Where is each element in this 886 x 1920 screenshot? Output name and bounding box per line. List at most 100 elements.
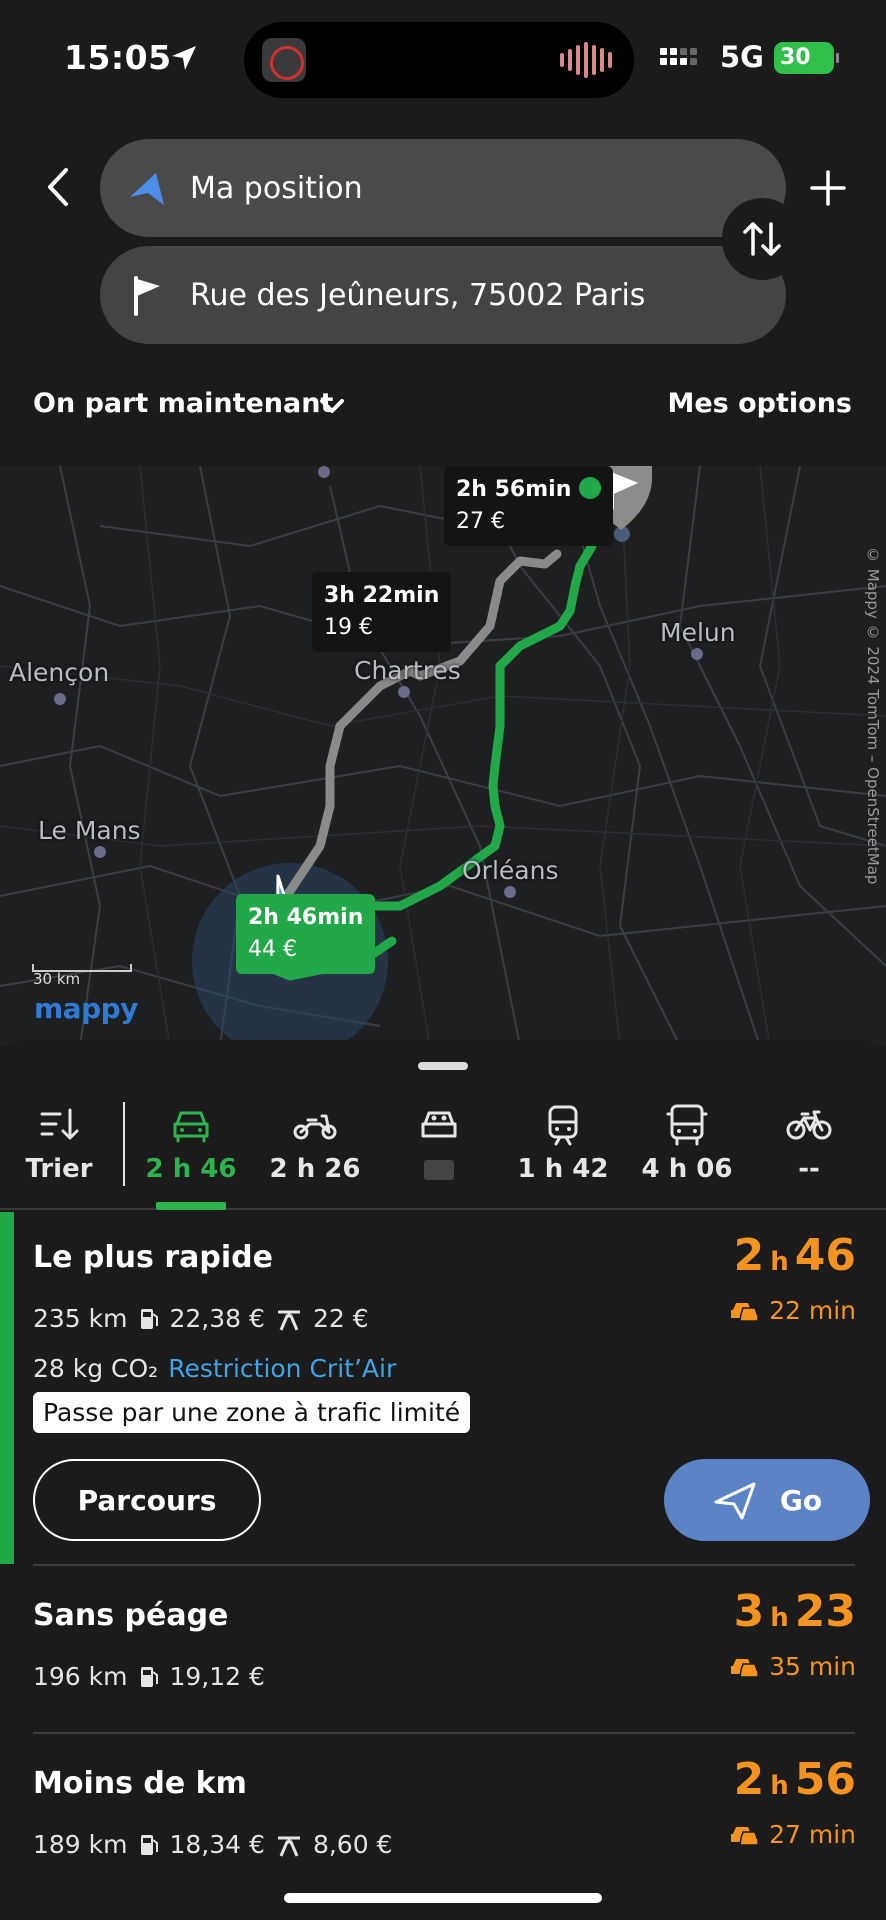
route-distance: 235 km	[33, 1304, 128, 1333]
origin-text: Ma position	[190, 170, 363, 206]
bubble-price: 19 €	[324, 615, 373, 640]
route-details: 196 km 19,12 €	[33, 1662, 265, 1691]
map-city-label: Melun	[660, 618, 736, 647]
map-city-label: Chartres	[354, 656, 461, 685]
map-scale-label: 30 km	[33, 970, 81, 988]
route-card-least-km[interactable]: Moins de km 2 h 56 27 min 189 km 18,34 € 8…	[0, 1734, 886, 1900]
back-button[interactable]	[38, 162, 78, 212]
selected-indicator	[0, 1212, 14, 1564]
map-roads	[0, 466, 886, 1046]
route-bubble-fastest[interactable]: 2h 46min 44 €	[236, 894, 376, 974]
bubble-time: 3h 22min	[324, 583, 440, 608]
fuel-icon	[140, 1666, 158, 1687]
tab-train-duration: 1 h 42	[517, 1154, 609, 1184]
bus-icon	[666, 1104, 708, 1146]
status-bar: 15:05 5G 30	[0, 0, 886, 120]
loading-placeholder	[424, 1160, 454, 1180]
options-button[interactable]: Mes options	[667, 388, 852, 419]
restricted-zone-tag: Passe par une zone à trafic limité	[33, 1392, 471, 1433]
traffic-delay: 27 min	[729, 1820, 856, 1849]
tab-train[interactable]: 1 h 42	[508, 1100, 618, 1210]
tab-bus-duration: 4 h 06	[641, 1154, 733, 1184]
map-city-label: Orléans	[462, 856, 559, 885]
map-copyright: © Mappy © 2024 TomTom – OpenStreetMap	[864, 546, 882, 885]
sort-label: Trier	[25, 1154, 93, 1184]
route-card-no-toll[interactable]: Sans péage 3 h 23 35 min 196 km 19,12 €	[0, 1566, 886, 1732]
tab-bike[interactable]: --	[754, 1100, 864, 1210]
sheet-handle[interactable]	[418, 1062, 468, 1070]
route-minutes: 56	[794, 1754, 856, 1805]
bubble-time: 2h 46min	[248, 905, 364, 930]
routes-sheet: Trier 2 h 46 2 h 26 1 h 42 4 h 06 -- Le …	[0, 1040, 886, 1920]
car-icon	[173, 1111, 209, 1143]
location-arrow-icon	[172, 46, 196, 70]
route-title: Le plus rapide	[33, 1240, 273, 1275]
toll-icon	[277, 1310, 300, 1331]
signal-icon	[660, 48, 697, 65]
origin-field[interactable]: Ma position	[100, 139, 786, 237]
motorbike-icon	[293, 1114, 337, 1140]
traffic-car-icon	[731, 1302, 759, 1322]
route-minutes: 46	[794, 1230, 856, 1281]
chevron-down-icon[interactable]	[318, 396, 346, 416]
route-card-fastest[interactable]: Le plus rapide 2 h 46 22 min 235 km 22,38 …	[0, 1212, 886, 1564]
audio-wave-icon	[560, 42, 612, 78]
traffic-delay-text: 22 min	[769, 1296, 856, 1325]
status-time: 15:05	[64, 38, 172, 77]
tab-car[interactable]: 2 h 46	[136, 1100, 246, 1210]
battery-level: 30	[780, 45, 811, 70]
tab-motorbike-duration: 2 h 26	[269, 1154, 361, 1184]
route-bubble-least-km[interactable]: 2h 56min 27 €	[444, 466, 614, 546]
go-label: Go	[779, 1483, 823, 1517]
route-bubble-no-toll[interactable]: 3h 22min 19 €	[312, 572, 452, 652]
route-hours-unit: h	[770, 1603, 789, 1633]
network-type: 5G	[720, 40, 764, 74]
toll-cost: 8,60 €	[312, 1830, 393, 1859]
go-button[interactable]: Go	[664, 1459, 870, 1541]
crit-air-link[interactable]: Restriction Crit’Air	[168, 1354, 396, 1383]
sort-button[interactable]: Trier	[4, 1100, 114, 1210]
traffic-car-icon	[731, 1658, 759, 1678]
tab-car-duration: 2 h 46	[145, 1154, 237, 1184]
destination-field[interactable]: Rue des Jeûneurs, 75002 Paris	[100, 246, 786, 344]
flag-icon	[134, 276, 160, 316]
route-duration: 2 h 46	[734, 1230, 856, 1281]
route-minutes: 23	[794, 1586, 856, 1637]
route-hours-unit: h	[770, 1247, 789, 1277]
add-stop-button[interactable]	[808, 168, 848, 208]
battery-icon: 30	[774, 42, 839, 74]
toll-cost: 22 €	[312, 1304, 369, 1333]
traffic-car-icon	[731, 1826, 759, 1846]
parcours-button[interactable]: Parcours	[33, 1459, 261, 1541]
app-icon	[262, 38, 306, 82]
tab-bus[interactable]: 4 h 06	[632, 1100, 742, 1210]
bubble-time: 2h 56min	[456, 477, 572, 502]
navigation-arrow-icon	[714, 1482, 756, 1520]
destination-text: Rue des Jeûneurs, 75002 Paris	[190, 277, 646, 313]
leaf-icon	[579, 477, 602, 499]
route-details: 235 km 22,38 € 22 €	[33, 1304, 369, 1333]
swap-button[interactable]	[722, 198, 802, 280]
route-hours: 2	[733, 1754, 765, 1805]
fuel-icon	[140, 1834, 158, 1855]
route-title: Moins de km	[33, 1766, 247, 1801]
toll-icon	[277, 1836, 300, 1857]
route-hours: 3	[733, 1586, 765, 1637]
route-details: 189 km 18,34 € 8,60 €	[33, 1830, 392, 1859]
route-map[interactable]: Alençon Chartres Melun Le Mans Orléans 2…	[0, 466, 886, 1046]
dynamic-island	[244, 22, 634, 98]
traffic-delay-text: 27 min	[769, 1820, 856, 1849]
carpool-icon	[421, 1111, 457, 1138]
mappy-logo: mappy	[34, 992, 138, 1025]
fuel-cost: 19,12 €	[169, 1662, 265, 1691]
sort-icon	[40, 1108, 79, 1140]
tab-carpool[interactable]	[384, 1100, 494, 1210]
emissions-line: 28 kg CO₂ Restriction Crit’Air	[33, 1354, 396, 1383]
home-indicator[interactable]	[284, 1893, 602, 1903]
route-hours-unit: h	[770, 1771, 789, 1801]
traffic-delay: 35 min	[729, 1652, 856, 1681]
tab-motorbike[interactable]: 2 h 26	[260, 1100, 370, 1210]
departure-time-selector[interactable]: On part maintenant	[33, 388, 333, 419]
route-distance: 189 km	[33, 1830, 128, 1859]
route-hours: 2	[733, 1230, 765, 1281]
